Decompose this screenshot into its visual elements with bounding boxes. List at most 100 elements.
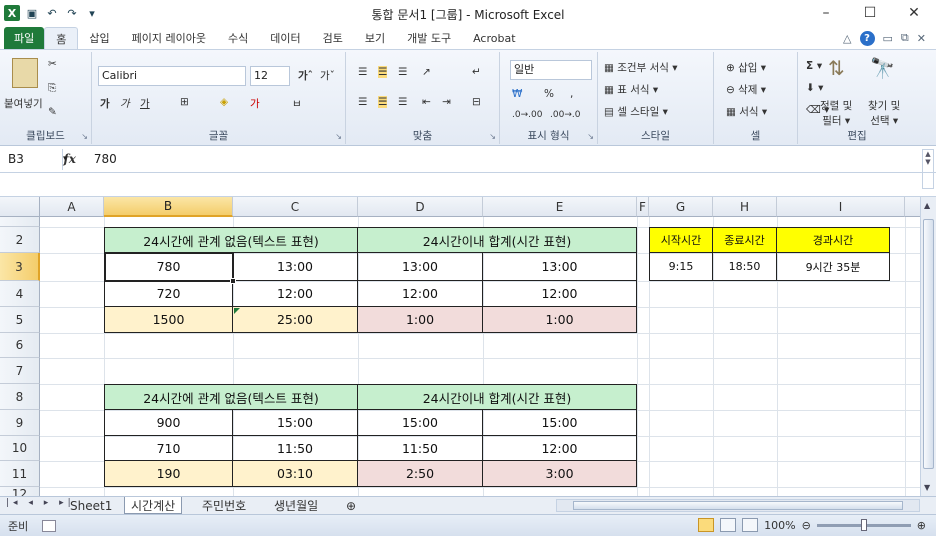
- row-header-12[interactable]: 12: [0, 487, 40, 496]
- maximize-button[interactable]: ☐: [848, 0, 892, 26]
- column-header-d[interactable]: D: [358, 197, 483, 217]
- cell-i2[interactable]: 경과시간: [777, 228, 890, 253]
- cell-e9[interactable]: 15:00: [483, 410, 637, 436]
- alignment-launcher-icon[interactable]: ↘: [489, 132, 496, 141]
- tab-file[interactable]: 파일: [4, 27, 45, 49]
- cell-c11[interactable]: 03:10: [233, 461, 358, 487]
- cell-b9[interactable]: 900: [105, 410, 233, 436]
- tab-acrobat[interactable]: Acrobat: [462, 27, 526, 49]
- font-launcher-icon[interactable]: ↘: [335, 132, 342, 141]
- cell-e3[interactable]: 13:00: [483, 253, 637, 281]
- close-button[interactable]: ✕: [892, 0, 936, 26]
- select-all-corner[interactable]: [0, 197, 40, 217]
- horizontal-scrollbar[interactable]: [556, 499, 920, 512]
- row-header-5[interactable]: 5: [0, 307, 40, 333]
- scroll-up-icon[interactable]: ▲: [924, 201, 930, 210]
- italic-icon[interactable]: 가: [120, 96, 130, 111]
- row-header-7[interactable]: 7: [0, 358, 40, 384]
- number-format-box[interactable]: 일반: [510, 60, 592, 80]
- zoom-slider[interactable]: [816, 518, 911, 531]
- border-icon[interactable]: ⊞: [180, 96, 189, 108]
- format-cells-button[interactable]: ▦ 서식 ▾: [726, 104, 767, 119]
- cell-e11[interactable]: 3:00: [483, 461, 637, 487]
- table1-header-text[interactable]: 24시간에 관계 없음(텍스트 표현): [105, 228, 358, 253]
- percent-button[interactable]: %: [544, 88, 554, 100]
- font-name-box[interactable]: Calibri: [98, 66, 246, 86]
- cell-g3[interactable]: 9:15: [650, 253, 713, 281]
- tab-data[interactable]: 데이터: [259, 27, 311, 49]
- align-middle-icon[interactable]: ☰: [378, 66, 388, 78]
- find-select-icon[interactable]: 🔭: [870, 56, 895, 80]
- delete-cells-button[interactable]: ⊖ 삭제 ▾: [726, 82, 766, 97]
- sheet-tab-id-number[interactable]: 주민번호: [196, 497, 252, 514]
- cell-d3[interactable]: 13:00: [358, 253, 483, 281]
- error-indicator-icon[interactable]: [234, 308, 240, 314]
- phonetic-icon[interactable]: ㅂ: [292, 96, 302, 111]
- redo-icon[interactable]: ↷: [64, 5, 80, 21]
- bold-icon[interactable]: 가: [100, 96, 110, 111]
- cell-b5[interactable]: 1500: [105, 307, 233, 333]
- cell-d10[interactable]: 11:50: [358, 436, 483, 461]
- customize-qat-icon[interactable]: ▾: [84, 5, 100, 21]
- row-header-10[interactable]: 10: [0, 436, 40, 461]
- align-right-icon[interactable]: ☰: [398, 96, 407, 108]
- row-header-9[interactable]: 9: [0, 410, 40, 436]
- clipboard-launcher-icon[interactable]: ↘: [81, 132, 88, 141]
- tab-insert[interactable]: 삽입: [78, 27, 120, 49]
- cell-e4[interactable]: 12:00: [483, 281, 637, 307]
- increase-decimal-icon[interactable]: .0→.00: [512, 110, 542, 120]
- horizontal-scroll-thumb[interactable]: [573, 501, 903, 510]
- fill-handle[interactable]: [230, 278, 236, 284]
- vertical-scroll-thumb[interactable]: [923, 219, 934, 469]
- format-painter-icon[interactable]: ✎: [48, 106, 57, 118]
- accounting-icon[interactable]: ₩: [512, 88, 522, 100]
- grow-font-icon[interactable]: 가ˆ: [298, 68, 313, 83]
- format-as-table-button[interactable]: ▦ 표 서식 ▾: [604, 82, 658, 97]
- tab-review[interactable]: 검토: [312, 27, 354, 49]
- scroll-down-icon[interactable]: ▼: [924, 483, 930, 492]
- underline-icon[interactable]: 가: [140, 96, 150, 111]
- paste-button[interactable]: 붙여넣기: [4, 96, 43, 111]
- new-sheet-icon[interactable]: ⊕: [340, 497, 362, 514]
- formula-bar-expanded[interactable]: [0, 173, 936, 197]
- cell-c4[interactable]: 12:00: [233, 281, 358, 307]
- tab-view[interactable]: 보기: [354, 27, 396, 49]
- zoom-out-icon[interactable]: ⊖: [802, 519, 811, 532]
- cell-b4[interactable]: 720: [105, 281, 233, 307]
- cut-icon[interactable]: ✂: [48, 58, 57, 70]
- sort-filter-button[interactable]: 정렬 및 필터 ▾: [820, 98, 852, 128]
- font-size-box[interactable]: 12: [250, 66, 290, 86]
- tab-home[interactable]: 홈: [44, 27, 79, 49]
- sheet-tab-birthday[interactable]: 생년월일: [268, 497, 324, 514]
- name-box[interactable]: B3: [3, 148, 63, 170]
- vertical-scrollbar[interactable]: ▲ ▼: [920, 197, 936, 496]
- cell-c10[interactable]: 11:50: [233, 436, 358, 461]
- cell-c9[interactable]: 15:00: [233, 410, 358, 436]
- workbook-restore-icon[interactable]: ⧉: [901, 31, 909, 45]
- shrink-font-icon[interactable]: 가ˇ: [320, 68, 335, 83]
- merge-center-icon[interactable]: ⊟: [472, 96, 481, 108]
- comma-button[interactable]: ,: [570, 88, 573, 100]
- zoom-slider-knob[interactable]: [860, 518, 867, 531]
- cell-d5[interactable]: 1:00: [358, 307, 483, 333]
- row-header-2[interactable]: 2: [0, 227, 40, 253]
- cell-c3[interactable]: 13:00: [233, 253, 358, 281]
- sheet-tab-time[interactable]: 시간계산: [124, 497, 183, 514]
- fill-icon[interactable]: ⬇ ▾: [806, 82, 823, 94]
- row-header-3[interactable]: 3: [0, 253, 40, 281]
- align-center-icon[interactable]: ☰: [378, 96, 388, 108]
- cell-d4[interactable]: 12:00: [358, 281, 483, 307]
- normal-view-icon[interactable]: [698, 518, 715, 532]
- cell-styles-button[interactable]: ▤ 셀 스타일 ▾: [604, 104, 668, 119]
- workbook-close-icon[interactable]: ✕: [917, 32, 926, 45]
- conditional-format-button[interactable]: ▦ 조건부 서식 ▾: [604, 60, 678, 75]
- indent-decrease-icon[interactable]: ⇤: [422, 96, 431, 108]
- cell-g2[interactable]: 시작시간: [650, 228, 713, 253]
- fill-color-icon[interactable]: ◈: [220, 96, 228, 108]
- row-header-6[interactable]: 6: [0, 333, 40, 358]
- number-launcher-icon[interactable]: ↘: [587, 132, 594, 141]
- save-icon[interactable]: ▣: [24, 5, 40, 21]
- column-header-e[interactable]: E: [483, 197, 637, 217]
- tab-page-layout[interactable]: 페이지 레이아웃: [121, 27, 217, 49]
- zoom-in-icon[interactable]: ⊕: [917, 519, 926, 532]
